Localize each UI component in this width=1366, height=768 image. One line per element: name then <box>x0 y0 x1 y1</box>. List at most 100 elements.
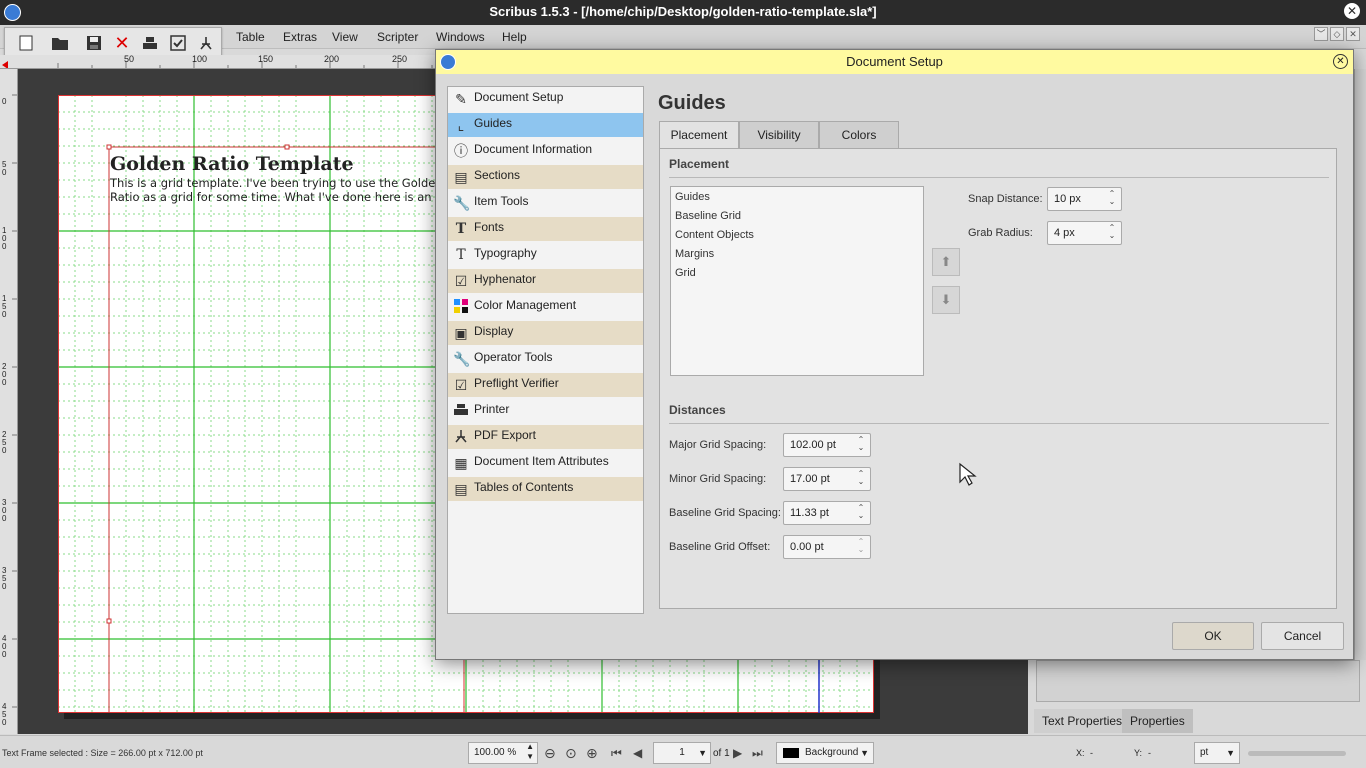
spinner-arrows-icon[interactable]: ⌃ ⌄ <box>1107 224 1117 242</box>
tab-placement[interactable]: Placement <box>659 121 739 150</box>
window-close-icon[interactable]: ✕ <box>1344 3 1360 19</box>
spinner-arrows-icon[interactable]: ⌃ ⌄ <box>856 504 866 522</box>
grab-radius-input[interactable]: 4 px ⌃ ⌄ <box>1047 221 1122 245</box>
list-item[interactable]: Margins <box>675 248 714 260</box>
nav-item-sections[interactable]: ▤ Sections <box>448 165 643 189</box>
menu-scripter[interactable]: Scripter <box>377 30 418 44</box>
layer-color-swatch <box>783 748 799 758</box>
spinner-arrows-icon[interactable]: ⌃ ⌄ <box>856 470 866 488</box>
move-up-button[interactable]: ⬆ <box>932 248 960 276</box>
zoom-slider[interactable] <box>1248 751 1346 756</box>
dialog-close-icon[interactable]: ✕ <box>1333 54 1348 69</box>
menu-view[interactable]: View <box>332 30 358 44</box>
scribus-window: { "window": { "title": "Scribus 1.5.3 - … <box>0 0 1366 768</box>
open-icon[interactable] <box>49 32 71 54</box>
spinner-arrows-icon[interactable]: ⌃ ⌄ <box>856 436 866 454</box>
previous-page-icon[interactable]: ◀ <box>633 746 642 760</box>
layer-name: Background <box>805 747 859 758</box>
nav-item-printer[interactable]: Printer <box>448 399 643 423</box>
major-grid-spacing-label: Major Grid Spacing: <box>669 439 767 451</box>
nav-item-document-item-attributes[interactable]: ▦ Document Item Attributes <box>448 451 643 475</box>
minor-grid-spacing-label: Minor Grid Spacing: <box>669 473 767 485</box>
move-down-button[interactable]: ⬇ <box>932 286 960 314</box>
ruler-label: 50 <box>124 55 135 64</box>
menu-windows[interactable]: Windows <box>436 30 485 44</box>
x-coordinate-value: - <box>1090 748 1093 758</box>
checkbox-icon: ☑ <box>454 273 468 289</box>
arrow-down-icon: ⬇ <box>940 292 952 307</box>
file-toolbar: ✕ <box>4 27 222 57</box>
ruler-label: 0 <box>2 97 7 106</box>
snap-distance-label: Snap Distance: <box>968 193 1043 205</box>
mouse-cursor-icon <box>959 462 977 486</box>
nav-item-item-tools[interactable]: 🔧 Item Tools <box>448 191 643 215</box>
spinner-arrows-icon[interactable]: ⌃ ⌄ <box>856 538 866 556</box>
nav-item-document-information[interactable]: ⓘ Document Information <box>448 139 643 163</box>
nav-item-operator-tools[interactable]: 🔧 Operator Tools <box>448 347 643 371</box>
print-icon[interactable] <box>139 32 161 54</box>
window-title: Scribus 1.5.3 - [/home/chip/Desktop/gold… <box>489 4 877 19</box>
minor-grid-spacing-input[interactable]: 17.00 pt ⌃ ⌄ <box>783 467 871 491</box>
document-title-text[interactable]: Golden Ratio Template <box>110 153 354 175</box>
menu-help[interactable]: Help <box>502 30 527 44</box>
baseline-grid-spacing-input[interactable]: 11.33 pt ⌃ ⌄ <box>783 501 871 525</box>
list-item[interactable]: Content Objects <box>675 229 754 241</box>
nav-item-tables-of-contents[interactable]: ▤ Tables of Contents <box>448 477 643 501</box>
chevron-down-icon[interactable]: ▼ <box>860 743 869 763</box>
baseline-grid-offset-input[interactable]: 0.00 pt ⌃ ⌄ <box>783 535 871 559</box>
minimize-icon[interactable]: ﹀ <box>1314 27 1328 41</box>
layer-select[interactable]: Background ▼ <box>776 742 874 764</box>
menu-extras[interactable]: Extras <box>283 30 317 44</box>
close-icon[interactable]: ✕ <box>1346 27 1360 41</box>
major-grid-spacing-input[interactable]: 102.00 pt ⌃ ⌄ <box>783 433 871 457</box>
pdf-export-icon[interactable] <box>195 32 217 54</box>
page-number-input[interactable]: 1 ▼ <box>653 742 711 764</box>
nav-item-document-setup[interactable]: ✎ Document Setup <box>448 87 643 111</box>
nav-item-pdf-export[interactable]: PDF Export <box>448 425 643 449</box>
menu-table[interactable]: Table <box>236 30 265 44</box>
preflight-icon[interactable] <box>167 32 189 54</box>
grab-radius-label: Grab Radius: <box>968 227 1033 239</box>
tab-visibility[interactable]: Visibility <box>739 121 819 149</box>
y-coordinate-label: Y: <box>1134 748 1143 758</box>
first-page-icon[interactable]: ⏮ <box>611 746 622 761</box>
list-item[interactable]: Guides <box>675 191 710 203</box>
body-line: This is a grid template. I've been tryin… <box>110 176 436 190</box>
nav-item-color-management[interactable]: Color Management <box>448 295 643 319</box>
nav-item-typography[interactable]: T Typography <box>448 243 643 267</box>
nav-item-display[interactable]: ▣ Display <box>448 321 643 345</box>
tab-properties[interactable]: Properties <box>1122 709 1193 733</box>
nav-item-preflight-verifier[interactable]: ☑ Preflight Verifier <box>448 373 643 397</box>
zoom-in-icon[interactable]: ⊕ <box>586 745 598 762</box>
snap-distance-input[interactable]: 10 px ⌃ ⌄ <box>1047 187 1122 211</box>
next-page-icon[interactable]: ▶ <box>733 746 742 760</box>
nav-item-hyphenator[interactable]: ☑ Hyphenator <box>448 269 643 293</box>
unit-select[interactable]: pt ▼ <box>1194 742 1240 764</box>
x-coordinate-label: X: <box>1076 748 1085 758</box>
cancel-button[interactable]: Cancel <box>1261 622 1344 650</box>
zoom-fit-icon[interactable]: ⊙ <box>565 745 577 762</box>
new-document-icon[interactable] <box>15 32 37 54</box>
spinner-arrows-icon[interactable]: ▲ ▼ <box>526 742 534 762</box>
nav-item-fonts[interactable]: T Fonts <box>448 217 643 241</box>
tab-colors[interactable]: Colors <box>819 121 899 149</box>
chevron-down-icon[interactable]: ▼ <box>698 743 707 763</box>
nav-item-guides[interactable]: ⌞ Guides <box>448 113 643 137</box>
close-document-icon[interactable]: ✕ <box>111 32 133 54</box>
ok-button[interactable]: OK <box>1172 622 1254 650</box>
zoom-out-icon[interactable]: ⊖ <box>544 745 556 762</box>
unit-value: pt <box>1200 747 1209 758</box>
chevron-down-icon[interactable]: ▼ <box>1226 743 1235 763</box>
restore-icon[interactable]: ◇ <box>1330 27 1344 41</box>
document-body-text[interactable]: This is a grid template. I've been tryin… <box>110 176 450 204</box>
tab-text-properties[interactable]: Text Properties <box>1034 709 1131 733</box>
save-icon[interactable] <box>83 32 105 54</box>
zoom-value: 100.00 % <box>474 747 517 758</box>
spinner-arrows-icon[interactable]: ⌃ ⌄ <box>1107 190 1117 208</box>
guide-order-list[interactable]: Guides Baseline Grid Content Objects Mar… <box>670 186 924 376</box>
zoom-input[interactable]: 100.00 % ▲ ▼ <box>468 742 538 764</box>
info-icon: ⓘ <box>454 143 468 159</box>
list-item[interactable]: Baseline Grid <box>675 210 741 222</box>
list-item[interactable]: Grid <box>675 267 696 279</box>
last-page-icon[interactable]: ⏭ <box>752 746 763 761</box>
